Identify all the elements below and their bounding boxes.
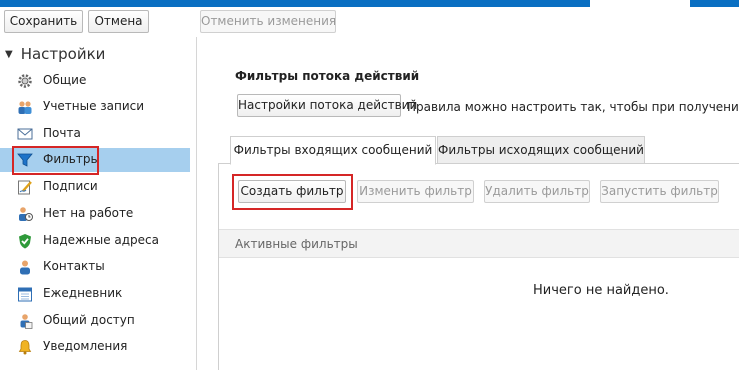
sidebar-item-signatures[interactable]: Подписи — [0, 175, 190, 199]
sidebar-item-notifications[interactable]: Уведомления — [0, 335, 190, 359]
filters-highlight-box — [12, 146, 99, 175]
sidebar-item-sharing[interactable]: Общий доступ — [0, 309, 190, 333]
delete-filter-button[interactable]: Удалить фильтр — [484, 180, 590, 203]
section-title: Фильтры потока действий — [235, 69, 420, 83]
out-of-office-icon — [17, 206, 33, 222]
bell-icon — [17, 339, 33, 355]
sidebar-item-calendar[interactable]: Ежедневник — [0, 282, 190, 306]
tab-incoming-filters[interactable]: Фильтры входящих сообщений — [230, 136, 436, 165]
sidebar-item-label: Общий доступ — [43, 313, 135, 327]
sidebar-item-contacts[interactable]: Контакты — [0, 255, 190, 279]
active-filters-label: Активные фильтры — [235, 237, 358, 251]
create-filter-highlight-box — [232, 174, 353, 210]
save-button[interactable]: Сохранить — [4, 10, 83, 33]
sidebar-item-label: Подписи — [43, 179, 98, 193]
sidebar-item-trusted-addresses[interactable]: Надежные адреса — [0, 229, 190, 253]
top-bar-notch — [590, 0, 690, 7]
shield-icon — [17, 233, 33, 249]
contacts-icon — [17, 259, 33, 275]
sidebar-item-out-of-office[interactable]: Нет на работе — [0, 202, 190, 226]
collapse-triangle-icon[interactable]: ▼ — [5, 49, 13, 60]
sidebar-item-label: Нет на работе — [43, 206, 134, 220]
settings-tree-header[interactable]: ▼ Настройки — [5, 45, 105, 63]
sidebar-item-label: Общие — [43, 73, 87, 87]
settings-sidebar: ▼ Настройки Общие Учетные записи Почта Фи… — [0, 37, 190, 370]
toolbar: Сохранить Отмена Отменить изменения — [0, 7, 739, 37]
flow-settings-button[interactable]: Настройки потока действий — [237, 94, 417, 117]
undo-changes-button[interactable]: Отменить изменения — [200, 10, 336, 33]
gear-icon — [17, 73, 33, 89]
top-accent-bar — [0, 0, 739, 7]
sidebar-item-general[interactable]: Общие — [0, 69, 190, 93]
tab-outgoing-filters[interactable]: Фильтры исходящих сообщений — [437, 136, 645, 164]
sidebar-item-label: Ежедневник — [43, 286, 123, 300]
sharing-icon — [17, 313, 33, 329]
sidebar-divider — [196, 37, 197, 370]
calendar-icon — [17, 286, 33, 302]
signature-icon — [17, 179, 33, 195]
run-filter-button[interactable]: Запустить фильтр — [600, 180, 719, 203]
sidebar-item-label: Почта — [43, 126, 81, 140]
mail-icon — [17, 126, 33, 142]
settings-title: Настройки — [20, 45, 106, 63]
sidebar-item-label: Уведомления — [43, 339, 128, 353]
empty-state-text: Ничего не найдено. — [533, 283, 669, 298]
active-filters-header: Активные фильтры — [219, 229, 739, 258]
sidebar-item-label: Учетные записи — [43, 99, 145, 113]
sidebar-item-label: Надежные адреса — [43, 233, 159, 247]
accounts-icon — [17, 99, 33, 115]
sidebar-item-mail[interactable]: Почта — [0, 122, 190, 146]
rules-description: Правила можно настроить так, чтобы при п… — [407, 100, 739, 114]
cancel-button[interactable]: Отмена — [88, 10, 149, 33]
sidebar-item-label: Контакты — [43, 259, 105, 273]
edit-filter-button[interactable]: Изменить фильтр — [357, 180, 474, 203]
sidebar-item-accounts[interactable]: Учетные записи — [0, 95, 190, 119]
